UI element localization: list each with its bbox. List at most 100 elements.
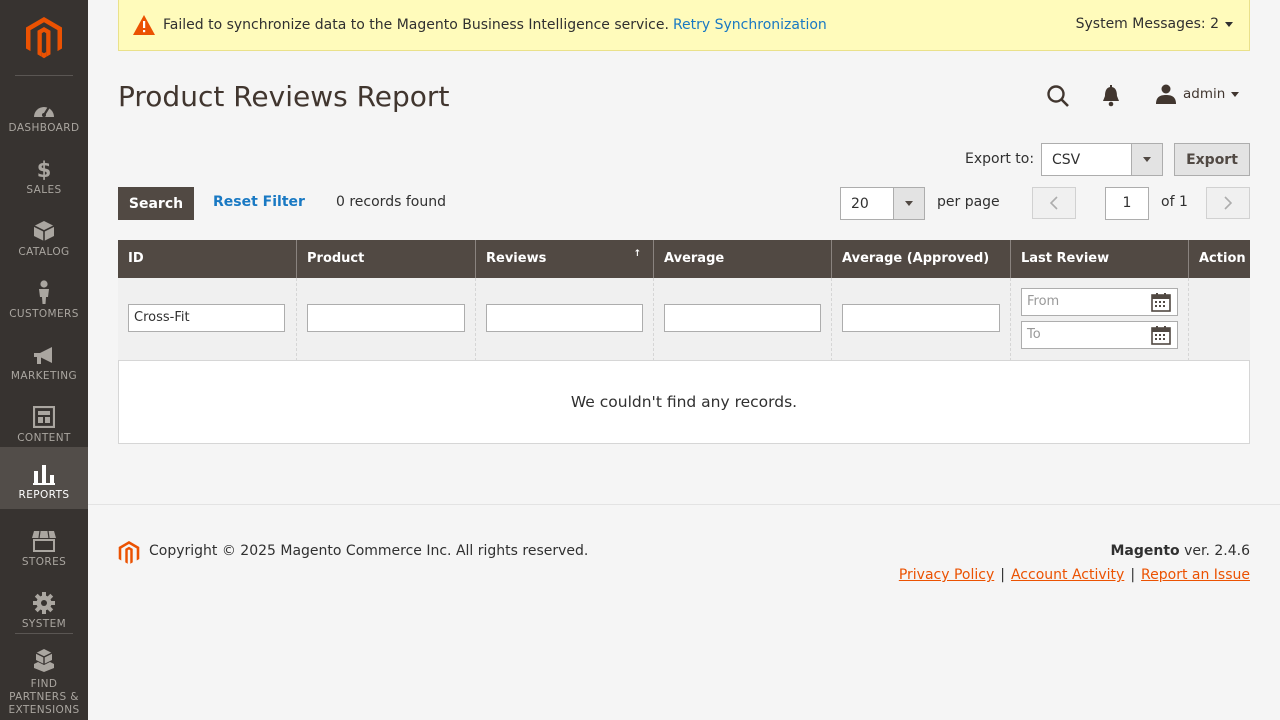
admin-sidebar: DASHBOARD $ SALES CATALOG CUSTOMERS MARK… bbox=[0, 0, 88, 720]
notice-message: Failed to synchronize data to the Magent… bbox=[163, 17, 827, 33]
sidebar-item-label: MARKETING bbox=[10, 370, 78, 382]
sidebar-item-label: FIND PARTNERS & EXTENSIONS bbox=[8, 678, 79, 717]
sidebar-item-catalog[interactable]: CATALOG bbox=[0, 204, 88, 266]
search-icon[interactable] bbox=[1046, 84, 1070, 108]
select-dropdown-button[interactable] bbox=[1131, 144, 1162, 175]
chevron-left-icon bbox=[1050, 196, 1058, 210]
date-from-placeholder: From bbox=[1027, 294, 1060, 309]
search-button[interactable]: Search bbox=[118, 187, 194, 220]
page-title: Product Reviews Report bbox=[118, 80, 450, 113]
system-messages-toggle[interactable]: System Messages: 2 bbox=[1076, 16, 1233, 32]
link-separator: | bbox=[1000, 567, 1005, 583]
sidebar-label-line: EXTENSIONS bbox=[8, 704, 80, 716]
sidebar-item-dashboard[interactable]: DASHBOARD bbox=[0, 80, 88, 142]
system-notice-bar: Failed to synchronize data to the Magent… bbox=[118, 0, 1250, 51]
sidebar-divider bbox=[15, 633, 73, 634]
total-pages: of 1 bbox=[1161, 194, 1188, 210]
system-messages-label: System Messages: 2 bbox=[1075, 16, 1219, 32]
export-format-select[interactable]: CSV bbox=[1041, 143, 1163, 176]
next-page-button[interactable] bbox=[1206, 187, 1250, 219]
sidebar-item-sales[interactable]: $ SALES bbox=[0, 142, 88, 204]
sidebar-divider bbox=[15, 75, 73, 76]
svg-text:$: $ bbox=[37, 158, 52, 180]
sidebar-item-label: SYSTEM bbox=[21, 618, 67, 630]
sidebar-item-label: STORES bbox=[21, 556, 67, 568]
filter-cell-reviews bbox=[475, 278, 653, 361]
empty-records-message: We couldn't find any records. bbox=[118, 361, 1250, 444]
dollar-icon: $ bbox=[36, 152, 52, 180]
average-filter-input[interactable] bbox=[664, 304, 821, 332]
sidebar-item-stores[interactable]: STORES bbox=[0, 514, 88, 576]
export-button[interactable]: Export bbox=[1174, 143, 1250, 176]
product-filter-input[interactable] bbox=[307, 304, 465, 332]
gear-icon bbox=[33, 586, 55, 614]
boxes-icon bbox=[32, 644, 56, 672]
box-icon bbox=[33, 214, 55, 242]
column-header-average[interactable]: Average bbox=[653, 240, 831, 278]
sidebar-label-line: PARTNERS & bbox=[8, 691, 79, 704]
admin-user-menu[interactable]: admin bbox=[1155, 82, 1240, 106]
chevron-down-icon bbox=[905, 201, 913, 206]
reset-filter-link[interactable]: Reset Filter bbox=[213, 194, 305, 210]
sidebar-item-customers[interactable]: CUSTOMERS bbox=[0, 266, 88, 328]
retry-synchronization-link[interactable]: Retry Synchronization bbox=[673, 17, 827, 33]
report-issue-link[interactable]: Report an Issue bbox=[1141, 567, 1250, 583]
sidebar-item-content[interactable]: CONTENT bbox=[0, 390, 88, 452]
dashboard-icon bbox=[32, 90, 56, 118]
version-number: ver. 2.4.6 bbox=[1179, 543, 1250, 559]
column-header-action: Action bbox=[1188, 240, 1250, 278]
sidebar-item-label: SALES bbox=[26, 184, 62, 196]
records-count: 0 records found bbox=[336, 194, 446, 210]
per-page-label: per page bbox=[937, 194, 1000, 210]
filter-cell-average-approved bbox=[831, 278, 1010, 361]
calendar-icon[interactable] bbox=[1151, 325, 1171, 345]
sidebar-item-label: REPORTS bbox=[18, 489, 70, 501]
grid-filter-row: Cross-Fit From To bbox=[118, 278, 1250, 361]
sidebar-item-marketing[interactable]: MARKETING bbox=[0, 328, 88, 390]
sort-ascending-icon: ↑ bbox=[633, 249, 641, 259]
sidebar-label-word: & bbox=[70, 691, 79, 703]
sidebar-item-system[interactable]: SYSTEM bbox=[0, 576, 88, 638]
warning-icon bbox=[133, 15, 155, 35]
column-header-id[interactable]: ID bbox=[118, 240, 296, 278]
date-to-input[interactable]: To bbox=[1021, 321, 1178, 349]
chevron-right-icon bbox=[1224, 196, 1232, 210]
column-header-last-review[interactable]: Last Review bbox=[1010, 240, 1188, 278]
column-header-product[interactable]: Product bbox=[296, 240, 475, 278]
column-header-reviews[interactable]: Reviews ↑ bbox=[475, 240, 653, 278]
sidebar-item-label: CUSTOMERS bbox=[9, 308, 79, 320]
previous-page-button[interactable] bbox=[1032, 187, 1076, 219]
column-header-average-approved[interactable]: Average (Approved) bbox=[831, 240, 1010, 278]
current-page-input[interactable]: 1 bbox=[1105, 187, 1149, 220]
date-from-input[interactable]: From bbox=[1021, 288, 1178, 316]
filter-cell-id: Cross-Fit bbox=[118, 278, 296, 361]
average-approved-filter-input[interactable] bbox=[842, 304, 1000, 332]
sidebar-item-label: CONTENT bbox=[17, 432, 71, 444]
calendar-icon[interactable] bbox=[1151, 292, 1171, 312]
bell-icon[interactable] bbox=[1101, 84, 1121, 108]
sidebar-item-label: CATALOG bbox=[18, 246, 70, 258]
reviews-filter-input[interactable] bbox=[486, 304, 643, 332]
date-to-placeholder: To bbox=[1027, 327, 1041, 342]
per-page-select[interactable]: 20 bbox=[840, 187, 925, 220]
filter-cell-average bbox=[653, 278, 831, 361]
sidebar-item-partners[interactable]: FIND PARTNERS & EXTENSIONS bbox=[0, 638, 88, 720]
copyright-text: Copyright © 2025 Magento Commerce Inc. A… bbox=[149, 543, 589, 559]
account-activity-link[interactable]: Account Activity bbox=[1011, 567, 1124, 583]
user-icon bbox=[1156, 84, 1176, 104]
filter-cell-product bbox=[296, 278, 475, 361]
sidebar-label-line: FIND bbox=[30, 678, 58, 690]
store-icon bbox=[32, 524, 56, 552]
person-icon bbox=[36, 276, 52, 304]
sidebar-item-reports[interactable]: REPORTS bbox=[0, 447, 88, 509]
select-dropdown-button[interactable] bbox=[893, 188, 924, 219]
privacy-policy-link[interactable]: Privacy Policy bbox=[899, 567, 994, 583]
admin-username: admin bbox=[1183, 86, 1226, 102]
reviews-grid: ID Product Reviews ↑ Average Average (Ap… bbox=[118, 240, 1250, 444]
sidebar-item-label: DASHBOARD bbox=[8, 122, 80, 134]
magento-logo-icon[interactable] bbox=[0, 0, 88, 75]
link-separator: | bbox=[1130, 567, 1136, 583]
brand-name: Magento bbox=[1110, 543, 1180, 559]
column-header-label: Reviews bbox=[486, 251, 547, 266]
id-filter-input[interactable]: Cross-Fit bbox=[128, 304, 285, 332]
